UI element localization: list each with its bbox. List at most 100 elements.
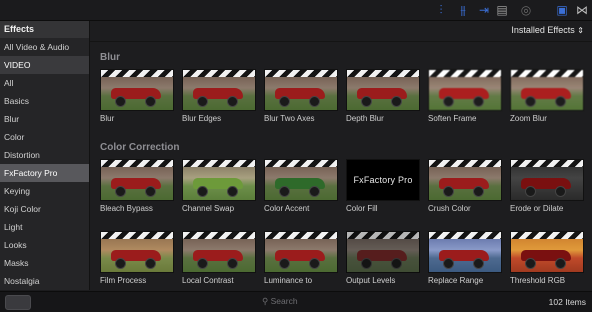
audio-meter-icon[interactable]: ⫶ bbox=[433, 2, 449, 18]
skimming-icon[interactable]: ⫵ bbox=[455, 2, 471, 18]
effect-thumbnail: FxFactory Pro bbox=[346, 159, 420, 201]
fxfactory-logo-text: FxFactory Pro bbox=[353, 175, 413, 185]
effect-tile-label: Bleach Bypass bbox=[100, 204, 153, 213]
effect-thumbnail bbox=[510, 231, 584, 273]
sidebar-item-all[interactable]: All bbox=[0, 74, 89, 92]
wheel-shape bbox=[197, 96, 208, 107]
effect-tile-label: Soften Frame bbox=[428, 114, 477, 123]
effect-tile-label: Color Accent bbox=[264, 204, 310, 213]
effect-thumbnail bbox=[182, 159, 256, 201]
clapperboard-stripe bbox=[101, 70, 173, 77]
effect-tile[interactable]: Channel Swap bbox=[182, 159, 256, 213]
sidebar-item-all-video-audio[interactable]: All Video & Audio bbox=[0, 38, 89, 56]
clapperboard-stripe bbox=[183, 70, 255, 77]
effect-thumbnail bbox=[346, 231, 420, 273]
items-count: 102 Items bbox=[548, 297, 586, 307]
clapperboard-stripe bbox=[347, 70, 419, 77]
effect-thumbnail bbox=[264, 69, 338, 111]
wheel-shape bbox=[279, 258, 290, 269]
wheel-shape bbox=[115, 96, 126, 107]
effect-tile-label: Zoom Blur bbox=[510, 114, 547, 123]
chevron-updown-icon: ⇕ bbox=[577, 26, 584, 35]
effect-thumbnail bbox=[100, 69, 174, 111]
clapperboard-stripe bbox=[511, 232, 583, 239]
sidebar-item-keying[interactable]: Keying bbox=[0, 182, 89, 200]
search-input[interactable]: Search bbox=[271, 296, 298, 306]
wheel-shape bbox=[443, 258, 454, 269]
sidebar-item-video[interactable]: VIDEO bbox=[0, 56, 89, 74]
clip-appearance-icon[interactable]: ▤ bbox=[494, 2, 510, 18]
clapperboard-stripe bbox=[429, 70, 501, 77]
category-title: Blur bbox=[100, 52, 120, 63]
effect-tile[interactable]: Threshold RGB bbox=[510, 231, 584, 285]
wheel-shape bbox=[309, 96, 320, 107]
effect-thumbnail bbox=[428, 69, 502, 111]
effect-thumbnail bbox=[264, 159, 338, 201]
wheel-shape bbox=[227, 186, 238, 197]
effect-tile-label: Film Process bbox=[100, 276, 147, 285]
installed-effects-dropdown[interactable]: Installed Effects ⇕ bbox=[511, 25, 584, 35]
clapperboard-stripe bbox=[183, 160, 255, 167]
wheel-shape bbox=[361, 96, 372, 107]
effect-tile[interactable]: Local Contrast bbox=[182, 231, 256, 285]
wheel-shape bbox=[525, 186, 536, 197]
installed-effects-label: Installed Effects bbox=[511, 25, 575, 35]
wheel-shape bbox=[443, 96, 454, 107]
effect-thumbnail bbox=[428, 159, 502, 201]
effect-tile[interactable]: Bleach Bypass bbox=[100, 159, 174, 213]
sidebar-toggle-button[interactable] bbox=[5, 295, 31, 310]
effect-tile[interactable]: Depth Blur bbox=[346, 69, 420, 123]
wheel-shape bbox=[279, 186, 290, 197]
effect-tile[interactable]: Blur Edges bbox=[182, 69, 256, 123]
bottom-bar: ⚲ Search 102 Items bbox=[0, 291, 592, 312]
effect-tile[interactable]: Replace Range bbox=[428, 231, 502, 285]
effect-tile-label: Threshold RGB bbox=[510, 276, 566, 285]
sidebar-item-fxfactory-pro[interactable]: FxFactory Pro bbox=[0, 164, 89, 182]
effect-tile-label: Channel Swap bbox=[182, 204, 235, 213]
clapperboard-stripe bbox=[511, 70, 583, 77]
wheel-shape bbox=[391, 258, 402, 269]
wheel-shape bbox=[525, 258, 536, 269]
wheel-shape bbox=[145, 258, 156, 269]
wheel-shape bbox=[443, 186, 454, 197]
snapping-icon[interactable]: ⇥ bbox=[476, 2, 492, 18]
effect-tile[interactable]: Color Accent bbox=[264, 159, 338, 213]
effect-thumbnail bbox=[264, 231, 338, 273]
effect-tile[interactable]: Soften Frame bbox=[428, 69, 502, 123]
effect-thumbnail bbox=[346, 69, 420, 111]
sidebar-item-koji-color[interactable]: Koji Color bbox=[0, 200, 89, 218]
sidebar-item-distortion[interactable]: Distortion bbox=[0, 146, 89, 164]
sidebar-item-light[interactable]: Light bbox=[0, 218, 89, 236]
wheel-shape bbox=[115, 186, 126, 197]
clapperboard-stripe bbox=[429, 232, 501, 239]
sidebar-item-nostalgia[interactable]: Nostalgia bbox=[0, 272, 89, 290]
timeline-index-icon[interactable]: ◎ bbox=[518, 2, 534, 18]
sidebar-item-color[interactable]: Color bbox=[0, 128, 89, 146]
effect-tile[interactable]: Erode or Dilate bbox=[510, 159, 584, 213]
sidebar-item-looks[interactable]: Looks bbox=[0, 236, 89, 254]
effect-tile-label: Replace Range bbox=[428, 276, 484, 285]
effect-tile[interactable]: Crush Color bbox=[428, 159, 502, 213]
effect-tile[interactable]: Zoom Blur bbox=[510, 69, 584, 123]
sidebar-item-blur[interactable]: Blur bbox=[0, 110, 89, 128]
effects-category-sidebar: Effects All Video & Audio VIDEO All Basics B… bbox=[0, 21, 90, 290]
effect-tile[interactable]: FxFactory Pro Color Fill bbox=[346, 159, 420, 213]
grid-header: Installed Effects ⇕ bbox=[90, 21, 592, 42]
sidebar-item-masks[interactable]: Masks bbox=[0, 254, 89, 272]
effect-tile[interactable]: Output Levels bbox=[346, 231, 420, 285]
clapperboard-stripe bbox=[265, 70, 337, 77]
effect-tile[interactable]: Film Process bbox=[100, 231, 174, 285]
transitions-browser-icon[interactable]: ⋈ bbox=[574, 2, 590, 18]
sidebar-header[interactable]: Effects bbox=[0, 21, 89, 38]
wheel-shape bbox=[227, 96, 238, 107]
effect-tile-label: Blur Edges bbox=[182, 114, 222, 123]
effect-tile[interactable]: Blur bbox=[100, 69, 174, 123]
effect-tile[interactable]: Luminance to bbox=[264, 231, 338, 285]
effect-tile-label: Erode or Dilate bbox=[510, 204, 564, 213]
sidebar-item-basics[interactable]: Basics bbox=[0, 92, 89, 110]
wheel-shape bbox=[227, 258, 238, 269]
effect-thumbnail bbox=[182, 69, 256, 111]
effects-browser-icon[interactable]: ▣ bbox=[554, 2, 570, 18]
effect-tile[interactable]: Blur Two Axes bbox=[264, 69, 338, 123]
search-field[interactable]: ⚲ Search bbox=[262, 296, 298, 307]
